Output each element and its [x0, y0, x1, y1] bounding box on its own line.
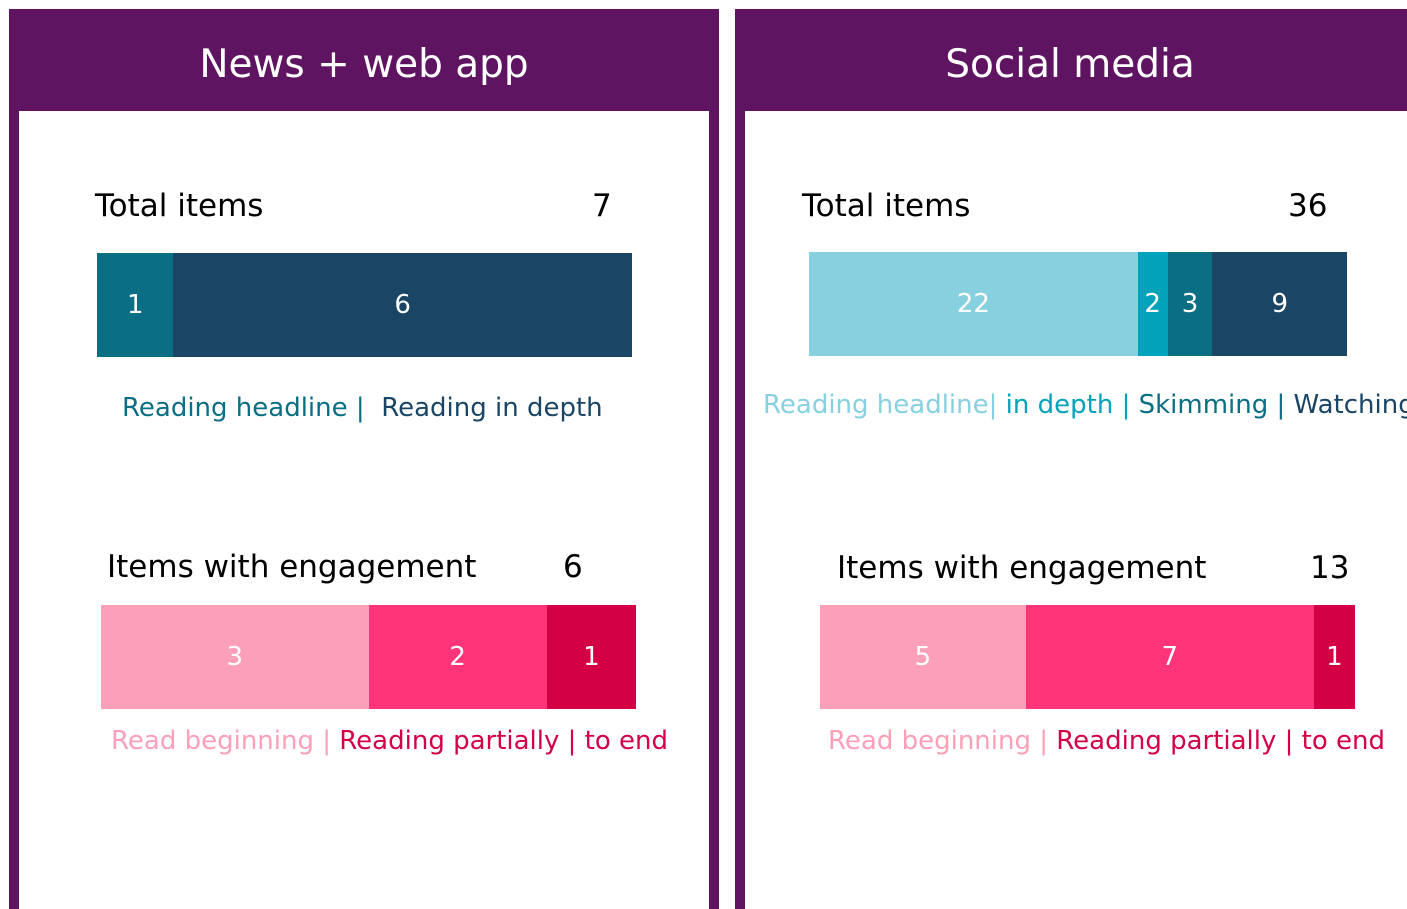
bar-segment: 6	[173, 253, 632, 357]
legend-entry: Reading in depth	[372, 393, 603, 423]
bar-segment: 1	[546, 605, 636, 709]
bar-segment: 3	[101, 605, 369, 709]
bar-legend: Read beginning | Reading partially | to …	[111, 723, 668, 759]
legend-entry: Skimming |	[1138, 390, 1294, 420]
legend-entry: Reading partially | to end	[339, 726, 669, 756]
panel-news-web-app: News + web app	[9, 9, 719, 909]
bar-legend: Reading headline| in depth | Skimming | …	[763, 387, 1407, 423]
stacked-bar: 571	[820, 605, 1355, 709]
legend-entry: Reading headline |	[122, 393, 373, 423]
stacked-bar: 16	[97, 253, 632, 357]
bar-segment: 5	[820, 605, 1026, 709]
bar-legend: Reading headline | Reading in depth	[122, 390, 603, 426]
stacked-bar: 22 2 3 9	[809, 252, 1347, 356]
chart-total: 7	[592, 188, 612, 224]
panel-body	[745, 111, 1407, 909]
panel-body	[19, 111, 709, 909]
legend-entry: in depth |	[1005, 390, 1139, 420]
legend-entry: Read beginning |	[828, 726, 1057, 756]
chart-title: Total items	[802, 188, 971, 224]
chart-title: Items with engagement	[107, 549, 477, 585]
chart-title: Items with engagement	[837, 550, 1207, 586]
panel-title: Social media	[945, 42, 1195, 87]
bar-segment: 2	[1137, 252, 1168, 356]
legend-entry: Reading headline|	[763, 390, 1006, 420]
bar-segment: 1	[97, 253, 174, 357]
legend-entry: Reading partially | to end	[1056, 726, 1386, 756]
stacked-bar: 321	[101, 605, 636, 709]
panel-social-media: Social media	[735, 9, 1407, 909]
bar-segment: 3	[1167, 252, 1213, 356]
chart-title: Total items	[95, 188, 264, 224]
bar-segment: 22	[809, 252, 1138, 356]
bar-legend: Read beginning | Reading partially | to …	[828, 723, 1385, 759]
chart-total: 6	[563, 549, 583, 585]
legend-entry: Read beginning |	[111, 726, 340, 756]
bar-segment: 9	[1212, 252, 1347, 356]
legend-entry: Watching	[1293, 390, 1407, 420]
bar-segment: 1	[1313, 605, 1355, 709]
bar-segment: 7	[1025, 605, 1314, 709]
chart-total: 13	[1310, 550, 1350, 586]
panel-title: News + web app	[199, 42, 529, 87]
bar-segment: 2	[368, 605, 547, 709]
chart-total: 36	[1288, 188, 1328, 224]
